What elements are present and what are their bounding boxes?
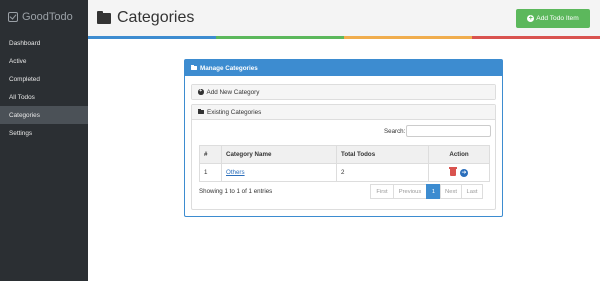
color-stripe: [88, 36, 600, 39]
table-row: 1 Others 2 ➔: [199, 163, 490, 182]
sidebar-item-all-todos[interactable]: All Todos: [0, 88, 88, 106]
existing-categories-heading[interactable]: Existing Categories: [192, 105, 495, 120]
plus-circle-icon: +: [198, 88, 204, 95]
add-category-toggle[interactable]: + Add New Category: [192, 85, 495, 99]
row-category-name: Others: [221, 163, 337, 182]
search-input[interactable]: [406, 125, 491, 137]
sidebar-item-categories[interactable]: Categories: [0, 106, 88, 124]
plus-circle-icon: +: [527, 15, 535, 22]
row-total-todos: 2: [336, 163, 429, 182]
add-todo-label: Add Todo Item: [536, 15, 579, 22]
brand[interactable]: GoodTodo: [0, 0, 88, 34]
stripe-green: [216, 36, 344, 39]
search-label: Search:: [384, 128, 406, 135]
entries-info: Showing 1 to 1 of 1 entries: [199, 188, 273, 195]
pagination: First Previous 1 Next Last: [370, 184, 483, 199]
brand-name: GoodTodo: [22, 11, 73, 23]
sidebar: GoodTodo Dashboard Active Completed All …: [0, 0, 88, 281]
categories-table: # Category Name Total Todos Action 1 Oth…: [199, 145, 490, 182]
folder-icon: [198, 108, 204, 115]
category-link[interactable]: Others: [226, 169, 245, 176]
panel-heading: Manage Categories: [185, 60, 502, 76]
col-header-category-name[interactable]: Category Name: [221, 145, 337, 164]
page-current[interactable]: 1: [426, 184, 441, 199]
panel-title: Manage Categories: [200, 64, 258, 72]
stripe-red: [472, 36, 600, 39]
existing-categories-label: Existing Categories: [207, 108, 262, 116]
arrow-right-circle-icon[interactable]: ➔: [460, 168, 468, 177]
col-header-num[interactable]: #: [199, 145, 222, 164]
page-first[interactable]: First: [370, 184, 394, 199]
col-header-action: Action: [428, 145, 490, 164]
sidebar-item-active[interactable]: Active: [0, 52, 88, 70]
check-square-icon: [8, 12, 18, 22]
page-last[interactable]: Last: [461, 184, 483, 199]
manage-categories-panel: Manage Categories + Add New Category Exi…: [184, 59, 503, 217]
stripe-blue: [88, 36, 216, 39]
page-next[interactable]: Next: [440, 184, 462, 199]
col-header-total-todos[interactable]: Total Todos: [336, 145, 429, 164]
folder-icon: [191, 64, 197, 71]
row-actions: ➔: [428, 163, 490, 182]
sidebar-item-completed[interactable]: Completed: [0, 70, 88, 88]
table-header-row: # Category Name Total Todos Action: [199, 145, 490, 164]
sidebar-item-settings[interactable]: Settings: [0, 124, 88, 142]
trash-icon[interactable]: [449, 167, 457, 176]
add-category-label: Add New Category: [206, 88, 260, 96]
sidebar-nav: Dashboard Active Completed All Todos Cat…: [0, 34, 88, 142]
sidebar-item-dashboard[interactable]: Dashboard: [0, 34, 88, 52]
add-todo-button[interactable]: + Add Todo Item: [516, 9, 590, 28]
existing-categories-panel: Existing Categories Search: # Category N…: [191, 104, 496, 210]
page-title-text: Categories: [117, 9, 195, 26]
row-num: 1: [199, 163, 222, 182]
page-title: Categories: [97, 9, 194, 27]
add-category-panel[interactable]: + Add New Category: [191, 84, 496, 100]
folder-icon: [97, 10, 111, 24]
stripe-orange: [344, 36, 472, 39]
page-previous[interactable]: Previous: [393, 184, 427, 199]
